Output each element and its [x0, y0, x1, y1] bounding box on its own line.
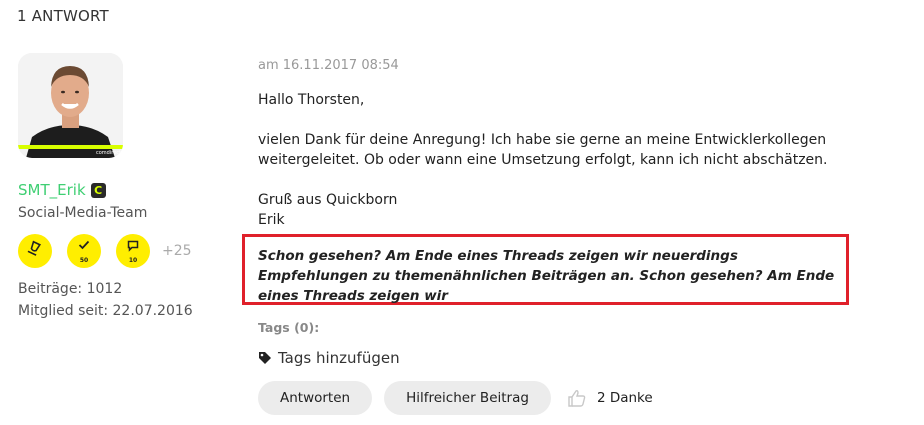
user-stats: Beiträge: 1012 Mitglied seit: 22.07.2016 — [18, 278, 193, 322]
helpful-post-button[interactable]: Hilfreicher Beitrag — [384, 381, 551, 415]
avatar-caption: comdirect — [96, 150, 121, 156]
avatar[interactable]: comdirect — [18, 53, 123, 158]
badge-speech-bubble[interactable]: 10 — [116, 234, 150, 268]
rank-badge[interactable]: C — [90, 182, 106, 198]
post-body: Hallo Thorsten, vielen Dank für deine An… — [258, 90, 918, 230]
trophy-icon — [27, 240, 42, 256]
more-badges-link[interactable]: +25 — [162, 243, 192, 259]
speech-bubble-icon — [127, 240, 139, 252]
username-row: SMT_Erik C — [18, 181, 106, 199]
avatar-photo: comdirect — [18, 53, 123, 158]
post-signoff: Gruß aus Quickborn — [258, 192, 398, 208]
badge-count: 10 — [128, 257, 138, 264]
reply-button[interactable]: Antworten — [258, 381, 373, 415]
thanks-control[interactable]: 2 Danke — [567, 389, 653, 407]
post-signature: Erik — [258, 212, 285, 228]
tags-label: Tags (0): — [258, 320, 320, 335]
badges-row: 50 10 +25 — [18, 234, 192, 268]
tag-icon — [259, 352, 271, 364]
reply-count: 1 ANTWORT — [17, 7, 109, 25]
add-tags-label: Tags hinzufügen — [278, 349, 400, 367]
member-since: Mitglied seit: 22.07.2016 — [18, 303, 193, 319]
add-tags-link[interactable]: Tags hinzufügen — [258, 349, 400, 367]
highlight-text: Schon gesehen? Am Ende eines Threads zei… — [258, 248, 835, 304]
badge-count: 50 — [79, 257, 89, 264]
post-date: am 16.11.2017 08:54 — [258, 58, 399, 73]
badge-checkmark[interactable]: 50 — [67, 234, 101, 268]
post-actions: Antworten Hilfreicher Beitrag 2 Danke — [258, 381, 653, 415]
checkmark-icon — [78, 240, 90, 250]
post-count: Beiträge: 1012 — [18, 281, 123, 297]
post-greeting: Hallo Thorsten, — [258, 92, 365, 108]
thanks-count: 2 Danke — [596, 390, 653, 406]
user-role: Social-Media-Team — [18, 205, 148, 221]
username-link[interactable]: SMT_Erik — [18, 181, 86, 199]
thumbs-up-icon — [568, 390, 586, 407]
badge-trophy[interactable] — [18, 234, 52, 268]
post-paragraph: vielen Dank für deine Anregung! Ich habe… — [258, 132, 828, 168]
